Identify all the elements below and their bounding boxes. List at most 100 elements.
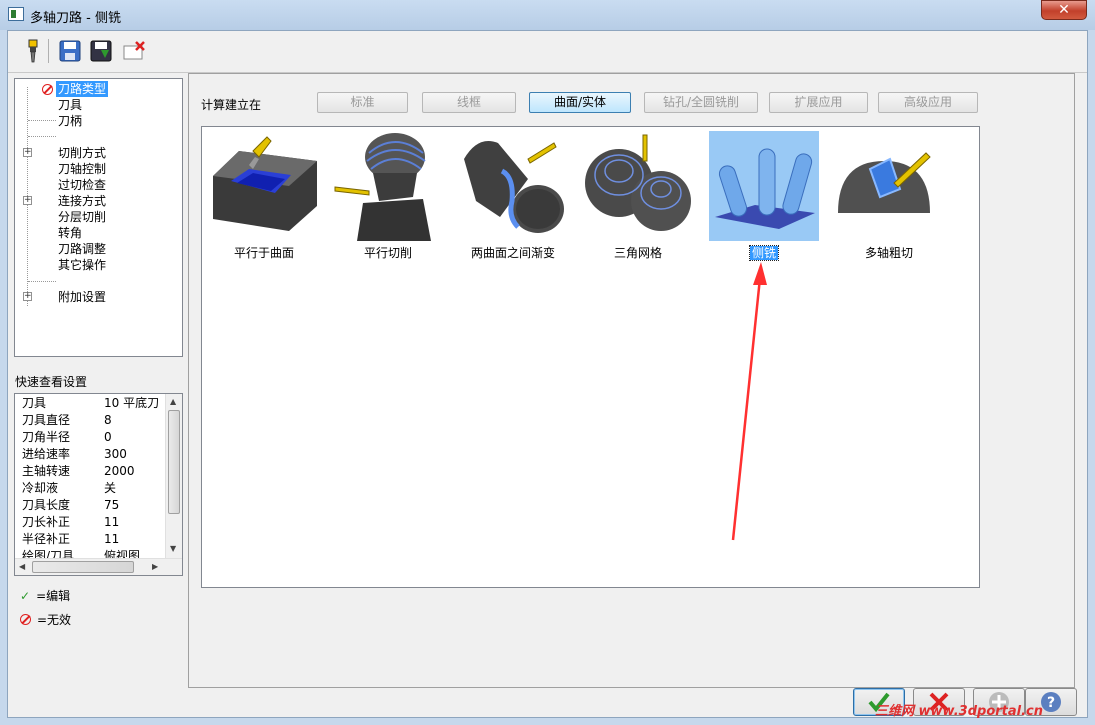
tree-item-cut-pattern[interactable]: 切削方式 [58, 145, 106, 161]
toolpath-card-triangle-mesh[interactable]: 三角网格 [583, 131, 693, 263]
tree-connector [28, 120, 56, 121]
scroll-down-icon[interactable]: ▼ [170, 544, 176, 553]
title-bar: 多轴刀路 - 侧铣 ✕ [0, 0, 1095, 30]
parallel-cut-thumbnail [333, 131, 443, 241]
tree-item-additional[interactable]: 附加设置 [58, 289, 106, 305]
scroll-left-icon[interactable]: ◀ [19, 562, 25, 571]
toolpath-label-text: 侧铣 [748, 245, 780, 261]
toolpath-label-text: 三角网格 [613, 246, 662, 260]
toolpath-label: 侧铣 [709, 244, 819, 261]
toolpath-gallery: 平行于曲面 平行切削 两曲面之间渐变 三角网格 侧铣 多轴粗切 [201, 126, 980, 588]
setting-value: 0 [104, 430, 112, 444]
setting-value: 10 平底刀 [104, 396, 160, 410]
toolpath-label-text: 平行切削 [363, 246, 412, 260]
tree-item-linking[interactable]: 连接方式 [58, 193, 106, 209]
list-item: 刀角半径 0 [22, 429, 112, 446]
setting-name: 主轴转速 [22, 464, 71, 478]
toolpath-tree: 刀路类型 刀具 刀柄 + 切削方式 刀轴控制 过切检查 + 连接方式 分层切削 … [14, 78, 183, 357]
toolpath-card-parallel-cut[interactable]: 平行切削 [333, 131, 443, 263]
setting-name: 刀角半径 [22, 430, 71, 444]
quick-settings-title: 快速查看设置 [15, 375, 88, 389]
toolpath-card-parallel-to-surface[interactable]: 平行于曲面 [209, 131, 319, 263]
setting-name: 冷却液 [22, 481, 59, 495]
window-title: 多轴刀路 - 侧铣 [30, 11, 121, 26]
scroll-up-icon[interactable]: ▲ [170, 397, 176, 406]
tab-drill-circle-mill[interactable]: 钻孔/全圆铣削 [644, 92, 758, 113]
watermark: 三维网 www.3dportal.cn [875, 704, 1044, 719]
check-icon: ✓ [20, 589, 31, 603]
swarf-thumbnail [709, 131, 819, 241]
tree-item-holder[interactable]: 刀柄 [58, 113, 82, 129]
save-icon[interactable] [57, 38, 83, 64]
morph-between-surfaces-thumbnail [458, 131, 568, 241]
legend-invalid-label: =无效 [37, 613, 72, 627]
tab-advanced[interactable]: 高级应用 [878, 92, 978, 113]
toolpath-label: 两曲面之间渐变 [458, 244, 568, 261]
tree-item-tool-axis[interactable]: 刀轴控制 [58, 161, 106, 177]
tab-surface-solid[interactable]: 曲面/实体 [529, 92, 631, 113]
tree-item-adjust[interactable]: 刀路调整 [58, 241, 106, 257]
toolpath-type-panel: 计算建立在 标准 线框 曲面/实体 钻孔/全圆铣削 扩展应用 高级应用 平行于曲… [188, 73, 1075, 688]
tree-item-collision[interactable]: 过切检查 [58, 177, 106, 193]
tree-item-corner[interactable]: 转角 [58, 225, 82, 241]
save-as-icon[interactable] [88, 38, 114, 64]
multiaxis-rough-thumbnail [834, 131, 944, 241]
toolpath-card-swarf[interactable]: 侧铣 [709, 131, 819, 263]
setting-name: 刀长补正 [22, 515, 71, 529]
horizontal-scrollbar[interactable]: ◀ ▶ [15, 558, 182, 575]
delete-icon[interactable] [121, 38, 147, 64]
tab-standard[interactable]: 标准 [317, 92, 408, 113]
toolpath-label: 多轴粗切 [834, 244, 944, 261]
scroll-thumb[interactable] [32, 561, 134, 573]
toolbar-separator [48, 39, 49, 63]
toolbar [8, 31, 1087, 73]
close-button[interactable]: ✕ [1041, 0, 1087, 20]
setting-name: 半径补正 [22, 532, 71, 546]
tree-connector [28, 136, 56, 137]
list-item: 进给速率 300 [22, 446, 127, 463]
list-item: 半径补正 11 [22, 531, 119, 548]
tab-extended[interactable]: 扩展应用 [769, 92, 868, 113]
list-item: 刀具 10 平底刀 [22, 395, 159, 412]
toolpath-label: 平行切削 [333, 244, 443, 261]
tool-icon[interactable] [20, 38, 46, 64]
quick-settings-list: 刀具 10 平底刀 刀具直径 8 刀角半径 0 进给速率 300 主轴转速 2000 冷却… [14, 393, 183, 576]
setting-name: 刀具直径 [22, 413, 71, 427]
legend-invalid: =无效 [20, 611, 71, 628]
tree-item-toolpath-type[interactable]: 刀路类型 [56, 81, 109, 97]
toolpath-card-multiaxis-rough[interactable]: 多轴粗切 [834, 131, 944, 263]
scroll-right-icon[interactable]: ▶ [152, 562, 158, 571]
setting-value: 8 [104, 413, 112, 427]
setting-name: 进给速率 [22, 447, 71, 461]
tree-item-tool[interactable]: 刀具 [58, 97, 82, 113]
tab-wireframe[interactable]: 线框 [422, 92, 516, 113]
toolpath-label-text: 平行于曲面 [233, 246, 294, 260]
parallel-to-surface-thumbnail [209, 131, 319, 241]
legend-edit: ✓ =编辑 [20, 587, 70, 604]
svg-text:?: ? [1047, 695, 1055, 711]
invalid-icon [20, 614, 31, 625]
setting-value: 75 [104, 498, 120, 512]
triangle-mesh-thumbnail [583, 131, 693, 241]
setting-name: 刀具长度 [22, 498, 71, 512]
toolpath-label-text: 两曲面之间渐变 [470, 246, 555, 260]
calc-basis-label: 计算建立在 [201, 98, 262, 112]
setting-name: 刀具 [22, 396, 47, 410]
setting-value: 300 [104, 447, 127, 461]
scroll-thumb[interactable] [168, 410, 180, 514]
tree-item-misc[interactable]: 其它操作 [58, 257, 106, 273]
expand-icon[interactable]: + [23, 292, 32, 301]
vertical-scrollbar[interactable]: ▲ ▼ [165, 394, 182, 558]
setting-value: 11 [104, 532, 120, 546]
legend-edit-label: =编辑 [36, 589, 71, 603]
expand-icon[interactable]: + [23, 148, 32, 157]
list-item: 刀长补正 11 [22, 514, 119, 531]
tree-connector [28, 281, 56, 282]
toolpath-card-morph-between-surfaces[interactable]: 两曲面之间渐变 [458, 131, 568, 263]
list-item: 刀具直径 8 [22, 412, 112, 429]
setting-value: 关 [104, 481, 117, 495]
expand-icon[interactable]: + [23, 196, 32, 205]
app-icon [8, 7, 24, 21]
tree-item-depth-cuts[interactable]: 分层切削 [58, 209, 106, 225]
list-item: 刀具长度 75 [22, 497, 119, 514]
